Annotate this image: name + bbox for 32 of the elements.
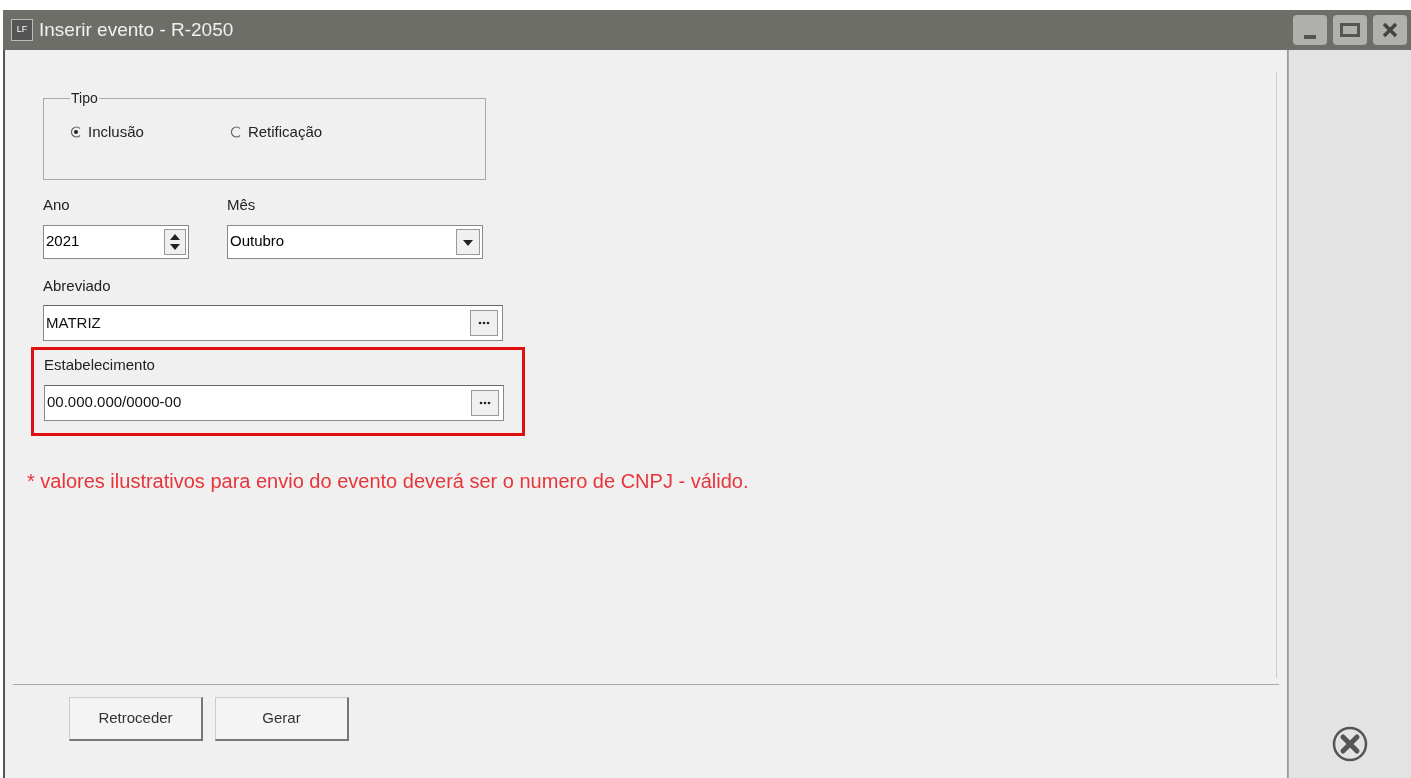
browse-button[interactable] — [471, 389, 499, 416]
minimize-icon — [1304, 35, 1316, 39]
radio-option[interactable]: Retificação — [229, 121, 323, 144]
field-value: 00.000.000/0000-00 — [47, 392, 182, 413]
spin-arrows-icon — [164, 228, 186, 255]
minimize-button[interactable] — [1293, 15, 1327, 45]
cancel-icon[interactable] — [1332, 726, 1368, 762]
dialog-button[interactable]: Gerar — [215, 697, 349, 741]
ellipsis-icon — [478, 321, 490, 325]
field-label: Abreviado — [43, 275, 112, 296]
window-title: Inserir evento - R-2050 — [39, 17, 234, 42]
dialog-button[interactable]: Retroceder — [69, 697, 203, 741]
field-label: Ano — [43, 195, 71, 215]
ellipsis-icon — [479, 400, 491, 405]
close-icon — [1382, 22, 1398, 38]
close-button[interactable] — [1373, 15, 1407, 45]
lookup-field[interactable]: 00.000.000/0000-00 — [44, 384, 504, 421]
maximize-icon — [1340, 23, 1360, 37]
year-spinner[interactable]: 2021 — [43, 224, 189, 259]
app-badge: LF — [11, 19, 33, 41]
group-legend: Tipo — [70, 88, 99, 109]
field-label: Estabelecimento — [44, 355, 156, 375]
maximize-button[interactable] — [1333, 15, 1367, 45]
radio-option[interactable]: Inclusão — [70, 121, 144, 144]
note-text: * valores ilustrativos para envio do evento deverá ser o numero de CNPJ - válido. — [27, 468, 750, 494]
field-value: Outubro — [230, 231, 285, 252]
lookup-field[interactable]: MATRIZ — [43, 305, 503, 341]
field-label: Mês — [227, 195, 257, 215]
field-value: MATRIZ — [46, 312, 101, 333]
browse-button[interactable] — [470, 310, 498, 336]
month-dropdown[interactable]: Outubro — [227, 224, 483, 259]
field-value: 2021 — [46, 231, 80, 252]
